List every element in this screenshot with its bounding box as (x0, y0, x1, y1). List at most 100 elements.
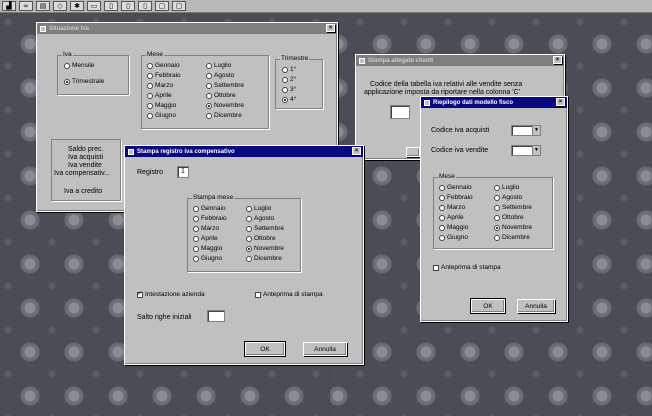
close-button[interactable]: × (556, 98, 565, 106)
window-titlebar[interactable]: Situazione Iva × (37, 23, 337, 34)
radio-marzo[interactable]: Marzo (147, 82, 173, 89)
ok-button[interactable]: OK (244, 341, 286, 357)
radio-4[interactable]: 4° (282, 96, 296, 103)
radio-marzo[interactable]: Marzo (439, 204, 465, 211)
radio-settembre[interactable]: Settembre (494, 204, 532, 211)
system-menu-icon[interactable] (128, 148, 134, 155)
close-button[interactable]: × (352, 147, 361, 155)
radio-gennaio[interactable]: Gennaio (147, 62, 180, 69)
document-icon[interactable]: ▤ (36, 1, 50, 11)
chevron-down-icon[interactable]: ▼ (532, 126, 540, 135)
partial-button[interactable] (406, 147, 420, 157)
cube-icon[interactable]: ◇ (53, 1, 67, 11)
saldo-group: Saldo prec. Iva acquisti Iva vendite Iva… (51, 139, 121, 201)
close-button[interactable]: × (553, 56, 562, 64)
page-icon[interactable]: ▯ (104, 1, 118, 11)
radio-1[interactable]: 1° (282, 66, 296, 73)
radio-dot (193, 235, 199, 242)
radio-febbraio[interactable]: Febbraio (147, 72, 181, 79)
annulla-button[interactable]: Annulla (517, 299, 555, 313)
window-icon[interactable]: ▢ (172, 1, 186, 11)
radio-febbraio[interactable]: Febbraio (193, 215, 227, 222)
chart-icon[interactable]: ▟ (2, 1, 16, 11)
radio-aprile[interactable]: Aprile (439, 214, 464, 221)
radio-novembre[interactable]: Novembre (206, 102, 244, 109)
radio-3[interactable]: 3° (282, 86, 296, 93)
radio-dot (246, 215, 252, 222)
anteprima-checkbox[interactable]: Anteprima di stampa (255, 291, 323, 298)
salto-righe-field[interactable] (207, 310, 225, 322)
radio-dot (494, 204, 500, 211)
label-iva-vendite: Iva vendite (68, 162, 102, 169)
ok-button[interactable]: OK (470, 298, 506, 314)
radio-dot (206, 102, 212, 109)
radio-luglio[interactable]: Luglio (206, 62, 231, 69)
radio-aprile[interactable]: Aprile (147, 92, 172, 99)
radio-agosto[interactable]: Agosto (246, 215, 274, 222)
radio-dot (206, 62, 212, 69)
radio-settembre[interactable]: Settembre (206, 82, 244, 89)
radio-ottobre[interactable]: Ottobre (206, 92, 236, 99)
radio-maggio[interactable]: Maggio (147, 102, 176, 109)
trimestre-group: Trimestre 1° 2° 3° 4° (275, 55, 323, 109)
radio-dot (147, 82, 153, 89)
registro-field[interactable]: 1 (177, 166, 189, 178)
tools-icon[interactable]: ✱ (70, 1, 84, 11)
printer-icon[interactable]: ▭ (87, 1, 101, 11)
radio-gennaio[interactable]: Gennaio (193, 205, 226, 212)
window-titlebar[interactable]: Stampa registro iva compensativo × (125, 146, 363, 157)
system-menu-icon[interactable] (424, 99, 430, 106)
codice-tabella-field[interactable] (390, 105, 410, 119)
radio-maggio[interactable]: Maggio (439, 224, 468, 231)
radio-dicembre[interactable]: Dicembre (246, 255, 282, 262)
radio-ottobre[interactable]: Ottobre (494, 214, 524, 221)
window-titlebar[interactable]: Stampa allegato clienti × (356, 55, 564, 66)
window-icon[interactable]: ▢ (155, 1, 169, 11)
radio-febbraio[interactable]: Febbraio (439, 194, 473, 201)
radio-maggio[interactable]: Maggio (193, 245, 222, 252)
chevron-down-icon[interactable]: ▼ (532, 146, 540, 155)
system-menu-icon[interactable] (40, 25, 46, 32)
radio-dicembre[interactable]: Dicembre (206, 112, 242, 119)
system-menu-icon[interactable] (359, 57, 365, 64)
radio-agosto[interactable]: Agosto (494, 194, 522, 201)
window-title: Riepilogo dati modello fisco (433, 99, 514, 106)
radio-ottobre[interactable]: Ottobre (246, 235, 276, 242)
radio-dot (147, 62, 153, 69)
codice-iva-acquisti-select[interactable]: ▼ (511, 125, 541, 136)
radio-agosto[interactable]: Agosto (206, 72, 234, 79)
radio-luglio[interactable]: Luglio (246, 205, 271, 212)
glasses-icon[interactable]: ∞ (19, 1, 33, 11)
radio-aprile[interactable]: Aprile (193, 235, 218, 242)
label-codice-iva-vendite: Codice iva vendite (431, 147, 489, 154)
window-titlebar[interactable]: Riepilogo dati modello fisco × (421, 97, 567, 108)
annulla-button[interactable]: Annulla (303, 342, 347, 356)
radio-giugno[interactable]: Giugno (147, 112, 176, 119)
intestazione-checkbox[interactable]: ✓ Intestazione azienda (137, 291, 205, 298)
anteprima-checkbox[interactable]: Anteprima di stampa (433, 264, 501, 271)
radio-giugno[interactable]: Giugno (193, 255, 222, 262)
radio-novembre[interactable]: Novembre (246, 245, 284, 252)
radio-dot (494, 224, 500, 231)
page-icon[interactable]: ▯ (121, 1, 135, 11)
radio-2[interactable]: 2° (282, 76, 296, 83)
radio-marzo[interactable]: Marzo (193, 225, 219, 232)
radio-dot (246, 235, 252, 242)
radio-novembre[interactable]: Novembre (494, 224, 532, 231)
radio-giugno[interactable]: Giugno (439, 234, 468, 241)
radio-dot (282, 86, 288, 93)
radio-settembre[interactable]: Settembre (246, 225, 284, 232)
radio-gennaio[interactable]: Gennaio (439, 184, 472, 191)
label-codice-iva-acquisti: Codice iva acquisti (431, 127, 490, 134)
page-icon[interactable]: ▯ (138, 1, 152, 11)
close-button[interactable]: × (326, 24, 335, 32)
radio-luglio[interactable]: Luglio (494, 184, 519, 191)
radio-dot (147, 92, 153, 99)
radio-mensile[interactable]: Mensile (64, 62, 94, 69)
radio-dicembre[interactable]: Dicembre (494, 234, 530, 241)
window-title: Stampa registro iva compensativo (137, 148, 235, 155)
radio-trimestrale[interactable]: Trimestrale (64, 78, 104, 85)
mese-group: Mese Gennaio Febbraio Marzo Aprile Maggio Giu… (433, 173, 553, 249)
label-salto-righe: Salto righe iniziali (137, 314, 192, 321)
codice-iva-vendite-select[interactable]: ▼ (511, 145, 541, 156)
